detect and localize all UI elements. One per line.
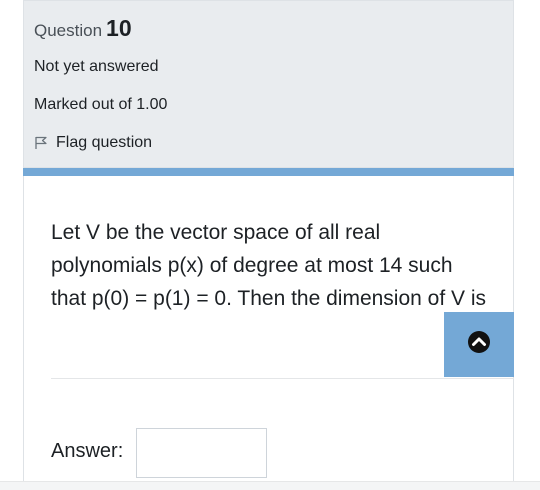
- quiz-page: Question 10 Not yet answered Marked out o…: [0, 0, 540, 490]
- question-state: Not yet answered: [34, 58, 159, 75]
- content-accent-bar: [23, 168, 514, 176]
- question-number: 10: [106, 15, 132, 41]
- question-label: Question: [34, 21, 103, 40]
- question-text: Let V be the vector space of all real po…: [51, 221, 487, 310]
- answer-input[interactable]: [136, 428, 267, 478]
- question-heading: Question 10: [34, 15, 132, 42]
- divider: [51, 378, 514, 379]
- answer-label: Answer:: [51, 440, 124, 462]
- flag-question-link[interactable]: Flag question: [34, 134, 152, 152]
- flag-icon: [34, 136, 48, 150]
- page-bottom-edge: [0, 481, 540, 490]
- flag-question-label: Flag question: [56, 134, 153, 151]
- question-info-panel: Question 10 Not yet answered Marked out o…: [23, 0, 514, 168]
- question-content-panel: Let V be the vector space of all real po…: [23, 176, 514, 481]
- scroll-to-top-button[interactable]: [444, 312, 514, 377]
- question-grade: Marked out of 1.00: [34, 96, 168, 113]
- chevron-up-icon: [467, 330, 491, 359]
